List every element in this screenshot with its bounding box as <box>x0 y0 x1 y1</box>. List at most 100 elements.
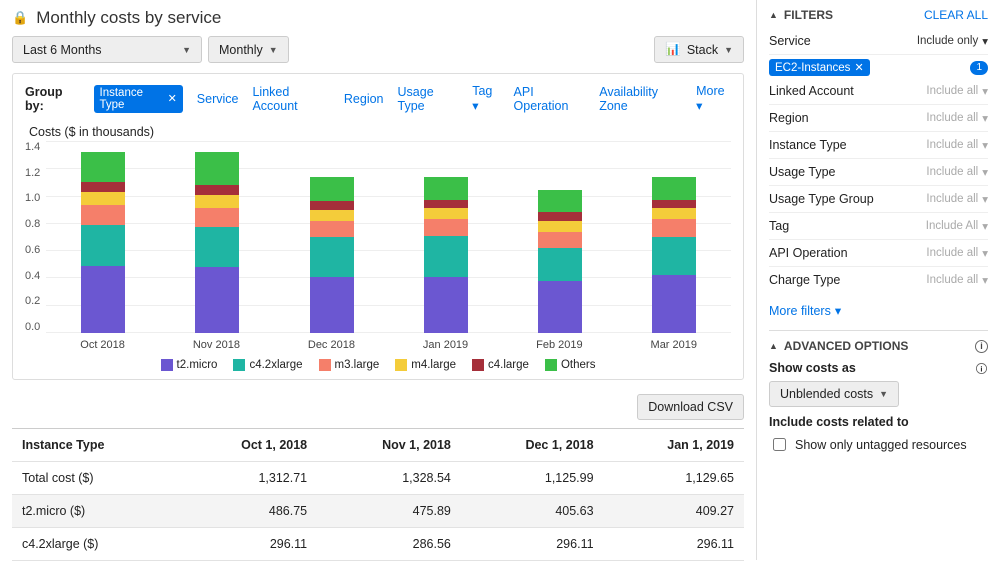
bar-column[interactable] <box>652 177 696 333</box>
table-header[interactable]: Dec 1, 2018 <box>461 429 604 462</box>
legend-item[interactable]: m3.large <box>319 359 380 371</box>
bar-segment-Others[interactable] <box>310 177 354 202</box>
filter-row-usage-type-group[interactable]: Usage Type GroupInclude all ▾ <box>769 186 988 213</box>
bar-column[interactable] <box>310 177 354 333</box>
filter-value[interactable]: Include all ▾ <box>926 165 988 179</box>
bar-segment-m4-large[interactable] <box>81 192 125 206</box>
bar-segment-c4-large[interactable] <box>195 185 239 195</box>
bar-segment-m4-large[interactable] <box>195 195 239 209</box>
group-by-active-chip[interactable]: Instance Type ✕ <box>94 85 183 113</box>
filter-row-region[interactable]: RegionInclude all ▾ <box>769 105 988 132</box>
filter-value[interactable]: Include all ▾ <box>926 138 988 152</box>
bar-segment-m4-large[interactable] <box>424 208 468 219</box>
filter-row-charge-type[interactable]: Charge TypeInclude all ▾ <box>769 267 988 293</box>
more-filters-link[interactable]: More filters ▾ <box>769 303 841 318</box>
bar-segment-m4-large[interactable] <box>310 210 354 221</box>
bar-segment-Others[interactable] <box>195 152 239 185</box>
bar-segment-c4-2xlarge[interactable] <box>310 237 354 277</box>
stack-dropdown[interactable]: 📊 Stack ▼ <box>654 36 744 63</box>
group-by-option-availability-zone[interactable]: Availability Zone <box>599 85 682 113</box>
bar-segment-t2-micro[interactable] <box>424 277 468 333</box>
filter-chip[interactable]: EC2-Instances ✕ <box>769 59 870 76</box>
download-csv-button[interactable]: Download CSV <box>637 394 744 420</box>
bar-segment-Others[interactable] <box>538 190 582 212</box>
info-icon[interactable]: i <box>976 362 987 373</box>
untagged-checkbox[interactable] <box>773 438 786 451</box>
group-by-option-linked-account[interactable]: Linked Account <box>252 85 329 113</box>
clear-all-link[interactable]: CLEAR ALL <box>924 8 988 22</box>
group-by-more[interactable]: More ▾ <box>696 84 731 113</box>
group-by-option-tag[interactable]: Tag ▾ <box>472 84 499 113</box>
y-tick: 0.8 <box>25 218 40 230</box>
filter-value[interactable]: Include only ▾ <box>917 34 988 48</box>
legend-item[interactable]: t2.micro <box>161 359 218 371</box>
bar-segment-m4-large[interactable] <box>652 208 696 219</box>
bar-column[interactable] <box>538 190 582 333</box>
filter-value[interactable]: Include all ▾ <box>926 192 988 206</box>
bar-segment-m3-large[interactable] <box>538 232 582 248</box>
group-by-option-api-operation[interactable]: API Operation <box>514 85 586 113</box>
bar-segment-Others[interactable] <box>424 177 468 200</box>
filter-value[interactable]: Include all ▾ <box>926 273 988 287</box>
table-header[interactable]: Nov 1, 2018 <box>317 429 461 462</box>
bar-segment-Others[interactable] <box>81 152 125 182</box>
table-header[interactable]: Instance Type <box>12 429 178 462</box>
bar-segment-t2-micro[interactable] <box>652 275 696 333</box>
bar-segment-c4-2xlarge[interactable] <box>538 248 582 281</box>
bar-segment-c4-2xlarge[interactable] <box>195 227 239 267</box>
bar-segment-m3-large[interactable] <box>195 208 239 227</box>
bar-segment-t2-micro[interactable] <box>538 281 582 333</box>
group-by-option-usage-type[interactable]: Usage Type <box>398 85 459 113</box>
filters-header[interactable]: ▲ FILTERS CLEAR ALL <box>769 8 988 22</box>
bar-segment-m3-large[interactable] <box>652 219 696 237</box>
filter-value[interactable]: Include All ▾ <box>926 219 988 233</box>
legend-item[interactable]: c4.2xlarge <box>233 359 302 371</box>
y-tick: 0.6 <box>25 244 40 256</box>
filter-value[interactable]: Include all ▾ <box>926 111 988 125</box>
granularity-dropdown[interactable]: Monthly ▼ <box>208 36 289 63</box>
filter-row-usage-type[interactable]: Usage TypeInclude all ▾ <box>769 159 988 186</box>
bar-segment-t2-micro[interactable] <box>195 267 239 333</box>
bar-segment-c4-2xlarge[interactable] <box>424 236 468 277</box>
filter-row-tag[interactable]: TagInclude All ▾ <box>769 213 988 240</box>
bar-segment-m4-large[interactable] <box>538 221 582 232</box>
legend-item[interactable]: m4.large <box>395 359 456 371</box>
bar-segment-c4-large[interactable] <box>81 182 125 192</box>
close-icon[interactable]: ✕ <box>854 61 863 74</box>
x-tick: Feb 2019 <box>536 339 582 351</box>
filter-row-api-operation[interactable]: API OperationInclude all ▾ <box>769 240 988 267</box>
legend-item[interactable]: c4.large <box>472 359 529 371</box>
bar-segment-m3-large[interactable] <box>310 221 354 237</box>
bar-segment-c4-large[interactable] <box>652 200 696 208</box>
bar-segment-c4-2xlarge[interactable] <box>81 225 125 266</box>
bar-segment-t2-micro[interactable] <box>310 277 354 333</box>
advanced-header[interactable]: ▲ ADVANCED OPTIONS i <box>769 339 988 353</box>
bar-column[interactable] <box>424 177 468 333</box>
show-costs-dropdown[interactable]: Unblended costs ▼ <box>769 381 899 407</box>
bar-segment-c4-large[interactable] <box>424 200 468 208</box>
info-icon[interactable]: i <box>975 340 988 353</box>
filter-value[interactable]: Include all ▾ <box>926 84 988 98</box>
bar-segment-m3-large[interactable] <box>424 219 468 235</box>
bar-column[interactable] <box>81 152 125 333</box>
table-header[interactable]: Oct 1, 2018 <box>178 429 317 462</box>
group-by-option-region[interactable]: Region <box>344 92 384 106</box>
untagged-checkbox-row[interactable]: Show only untagged resources <box>769 435 988 454</box>
close-icon[interactable]: ✕ <box>168 92 177 105</box>
bar-segment-c4-large[interactable] <box>310 201 354 209</box>
legend-item[interactable]: Others <box>545 359 596 371</box>
bar-segment-Others[interactable] <box>652 177 696 200</box>
bar-segment-c4-2xlarge[interactable] <box>652 237 696 275</box>
filter-row-service[interactable]: ServiceInclude only ▾ <box>769 28 988 55</box>
filter-row-linked-account[interactable]: Linked AccountInclude all ▾ <box>769 78 988 105</box>
bar-segment-c4-large[interactable] <box>538 212 582 220</box>
bar-column[interactable] <box>195 152 239 333</box>
group-by-option-service[interactable]: Service <box>197 92 239 106</box>
time-range-dropdown[interactable]: Last 6 Months ▼ <box>12 36 202 63</box>
bar-segment-m3-large[interactable] <box>81 205 125 224</box>
filter-value[interactable]: Include all ▾ <box>926 246 988 260</box>
filter-chip-row: EC2-Instances ✕1 <box>769 59 988 76</box>
bar-segment-t2-micro[interactable] <box>81 266 125 333</box>
filter-row-instance-type[interactable]: Instance TypeInclude all ▾ <box>769 132 988 159</box>
table-header[interactable]: Jan 1, 2019 <box>604 429 744 462</box>
